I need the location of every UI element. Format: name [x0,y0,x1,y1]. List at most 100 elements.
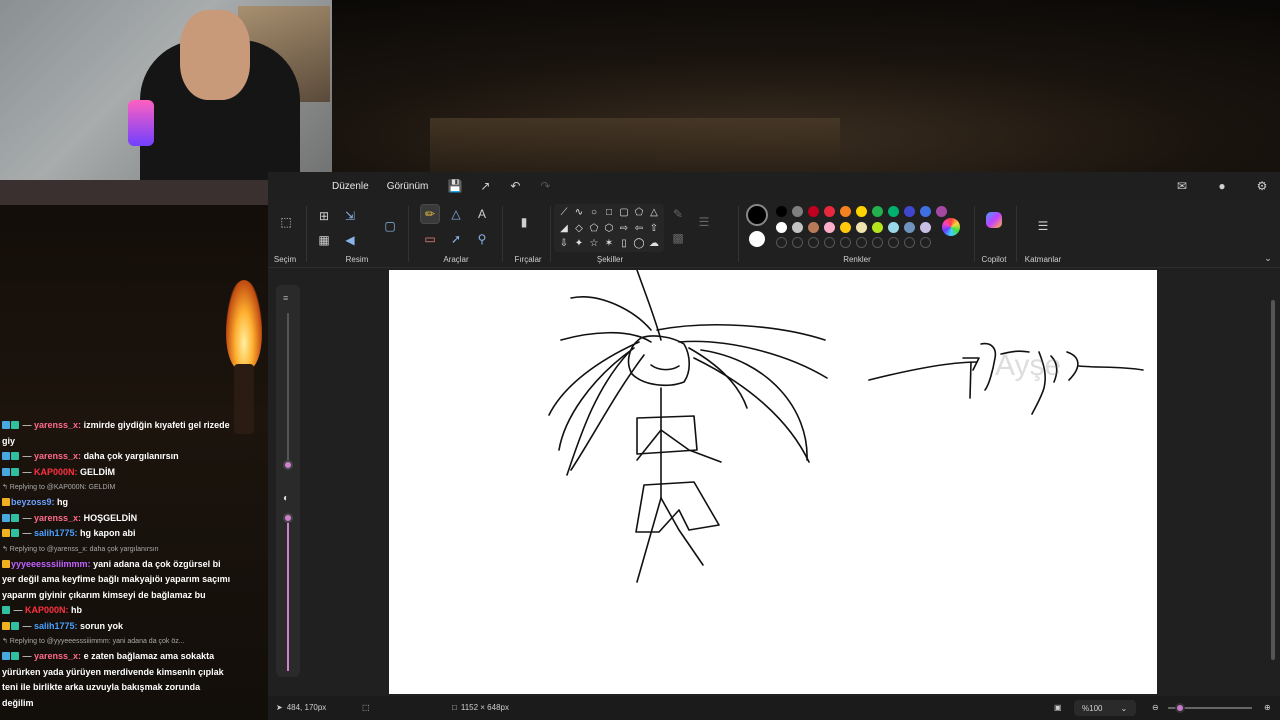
rectangle-shape-icon[interactable]: □ [603,206,615,218]
hexagon-shape-icon[interactable]: ⬡ [603,222,615,234]
primary-color-swatch[interactable] [746,204,768,226]
account-icon[interactable]: ● [1210,174,1234,198]
color-swatch[interactable] [872,206,883,217]
four-point-star-shape-icon[interactable]: ✦ [573,237,585,249]
color-swatch[interactable] [904,222,915,233]
chat-username[interactable]: yarenss_x: [34,451,81,461]
color-swatch[interactable] [888,206,899,217]
text-icon[interactable]: A [472,204,492,224]
share-icon[interactable]: ↗ [473,174,497,198]
color-swatch[interactable] [904,206,915,217]
resize-icon[interactable]: ⇲ [340,206,360,226]
edit-colors-icon[interactable] [942,218,960,236]
six-point-star-shape-icon[interactable]: ✶ [603,237,615,249]
zoom-slider-knob[interactable] [1175,703,1185,713]
drawing-canvas[interactable]: Ayşe [389,270,1157,694]
feedback-icon[interactable]: ✉ [1170,174,1194,198]
curve-shape-icon[interactable]: ∿ [573,206,585,218]
color-swatch[interactable] [792,222,803,233]
custom-color-slot[interactable] [776,237,787,248]
color-swatch[interactable] [776,206,787,217]
color-swatch[interactable] [824,206,835,217]
chat-username[interactable]: yarenss_x: [34,513,81,523]
right-arrow-shape-icon[interactable]: ⇨ [618,222,630,234]
diamond-shape-icon[interactable]: ◇ [573,222,585,234]
color-swatch[interactable] [808,222,819,233]
custom-color-slot[interactable] [920,237,931,248]
triangle-shape-icon[interactable]: △ [648,206,660,218]
color-picker-icon[interactable]: ➚ [446,229,466,249]
shape-size-icon[interactable]: ☰ [694,212,714,232]
menu-edit[interactable]: Düzenle [332,181,378,192]
pencil-icon[interactable]: ✏ [420,204,440,224]
zoom-dropdown[interactable]: %100 ⌄ [1074,700,1136,716]
up-arrow-shape-icon[interactable]: ⇧ [648,222,660,234]
color-swatch[interactable] [808,206,819,217]
custom-color-slot[interactable] [888,237,899,248]
undo-icon[interactable]: ↶ [503,174,527,198]
eraser-icon[interactable]: ▭ [420,229,440,249]
color-swatch[interactable] [920,206,931,217]
oval-shape-icon[interactable]: ○ [588,206,600,218]
background-remove-icon[interactable]: ▦ [314,230,334,250]
left-arrow-shape-icon[interactable]: ⇦ [633,222,645,234]
fit-to-window-icon[interactable]: ▣ [1054,703,1062,712]
color-swatch[interactable] [776,222,787,233]
copilot-icon[interactable] [986,212,1002,228]
layers-icon[interactable]: ☰ [1033,216,1053,236]
right-triangle-shape-icon[interactable]: ◢ [558,222,570,234]
custom-color-slot[interactable] [824,237,835,248]
color-swatch[interactable] [920,222,931,233]
custom-color-slot[interactable] [872,237,883,248]
color-swatch[interactable] [872,222,883,233]
down-arrow-shape-icon[interactable]: ⇩ [558,237,570,249]
redo-icon[interactable]: ↷ [533,174,557,198]
chat-username[interactable]: beyzoss9: [11,497,55,507]
chat-username[interactable]: yarenss_x: [34,651,81,661]
color-swatch[interactable] [840,206,851,217]
brush-icon[interactable]: ▮ [514,212,534,232]
chat-username[interactable]: salih1775: [34,528,78,538]
custom-color-slot[interactable] [808,237,819,248]
custom-color-slot[interactable] [792,237,803,248]
vertical-scrollbar[interactable] [1271,300,1275,660]
crop-icon[interactable]: ⊞ [314,206,334,226]
color-swatch[interactable] [840,222,851,233]
custom-color-slot[interactable] [904,237,915,248]
zoom-out-icon[interactable]: ⊖ [1152,703,1159,712]
color-swatch[interactable] [856,222,867,233]
five-point-star-shape-icon[interactable]: ☆ [588,237,600,249]
rounded-rectangle-shape-icon[interactable]: ▢ [618,206,630,218]
color-swatch[interactable] [792,206,803,217]
size-slider-knob[interactable] [283,460,293,470]
color-swatch[interactable] [936,206,947,217]
chat-username[interactable]: yarenss_x: [34,420,81,430]
size-slider-track[interactable] [287,313,289,463]
outline-icon[interactable]: ✎ [668,204,688,224]
secondary-color-swatch[interactable] [749,231,765,247]
polygon-shape-icon[interactable]: ⬠ [633,206,645,218]
magnifier-icon[interactable]: ⚲ [472,229,492,249]
custom-color-slot[interactable] [856,237,867,248]
callout-oval-shape-icon[interactable]: ◯ [633,237,645,249]
pentagon-shape-icon[interactable]: ⬠ [588,222,600,234]
callout-rect-shape-icon[interactable]: ▯ [618,237,630,249]
chat-username[interactable]: KAP000N: [25,605,69,615]
chat-username[interactable]: salih1775: [34,621,78,631]
custom-color-slot[interactable] [840,237,851,248]
selection-rect-icon[interactable]: ⬚ [276,212,296,232]
shape-fill-icon[interactable]: ▩ [668,228,688,248]
opacity-slider-track[interactable] [287,515,289,671]
fill-bucket-icon[interactable]: △ [446,204,466,224]
image-gen-icon[interactable]: ▢ [380,216,400,236]
line-shape-icon[interactable]: ⟋ [558,206,570,218]
menu-view[interactable]: Görünüm [378,181,438,192]
chat-username[interactable]: yyyeeesssiiimmm: [11,559,91,569]
settings-gear-icon[interactable]: ⚙ [1250,174,1274,198]
color-swatch[interactable] [888,222,899,233]
zoom-in-icon[interactable]: ⊕ [1264,703,1271,712]
color-swatch[interactable] [824,222,835,233]
color-swatch[interactable] [856,206,867,217]
ribbon-collapse-chevron-icon[interactable]: ⌄ [1262,252,1274,264]
save-icon[interactable]: 💾 [443,174,467,198]
